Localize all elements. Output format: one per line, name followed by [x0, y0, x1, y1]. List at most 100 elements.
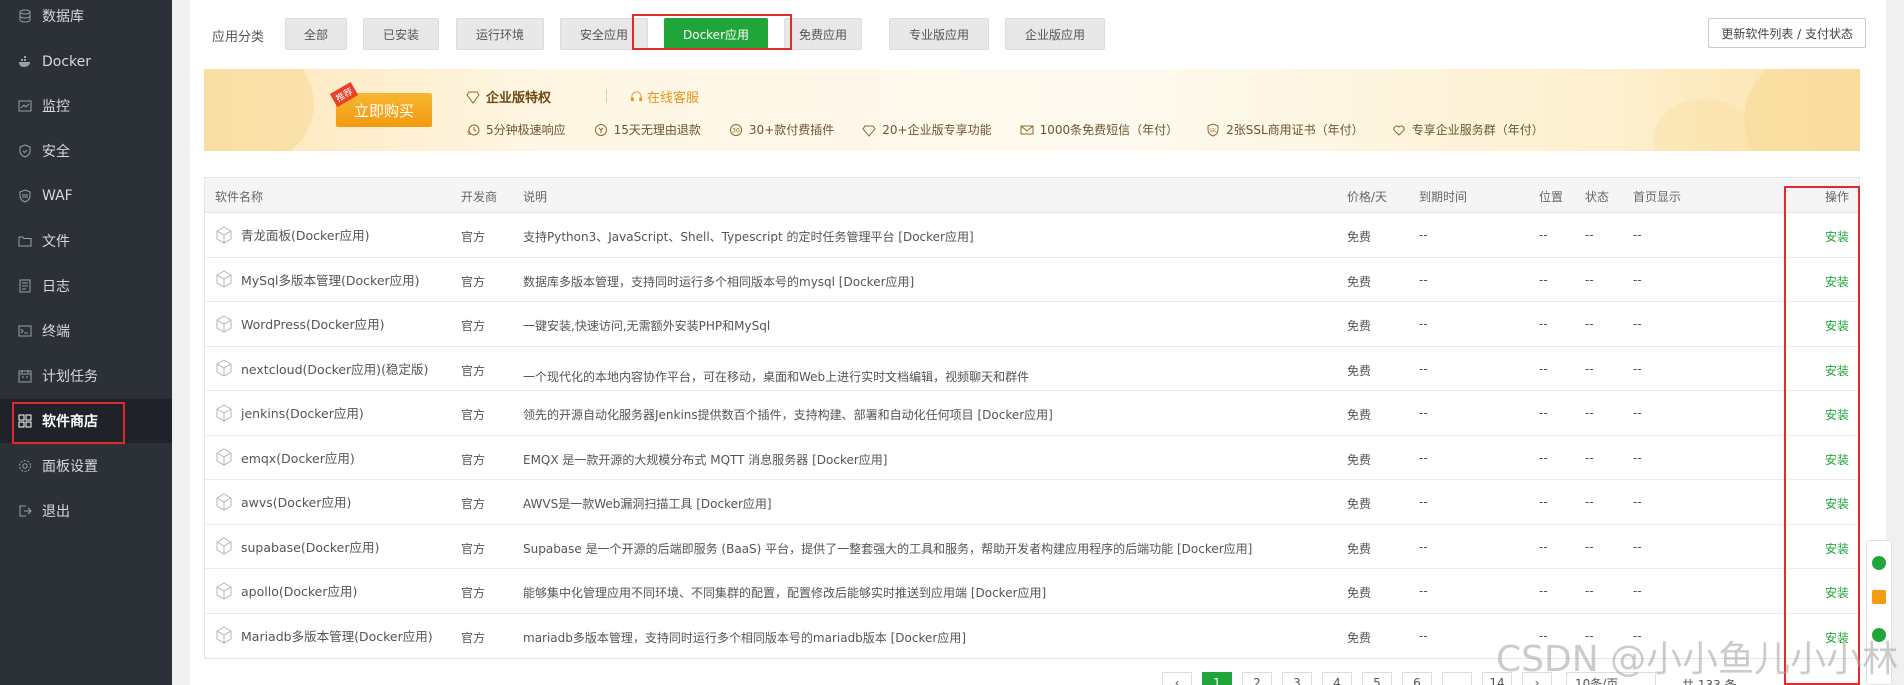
- sidebar-item-docker[interactable]: Docker: [0, 40, 172, 84]
- app-name: 青龙面板(Docker应用): [215, 225, 370, 244]
- app-name: emqx(Docker应用): [215, 448, 355, 467]
- install-button[interactable]: 安装: [1825, 273, 1849, 290]
- app-name-text[interactable]: WordPress(Docker应用): [241, 314, 385, 333]
- table-row: nextcloud(Docker应用)(稳定版) 官方 一个现代化的本地内容协作平台…: [205, 347, 1859, 391]
- folder-icon: [18, 234, 32, 248]
- app-name-text[interactable]: jenkins(Docker应用): [241, 403, 364, 422]
- app-name-text[interactable]: emqx(Docker应用): [241, 448, 355, 467]
- app-status: --: [1585, 361, 1594, 376]
- tab-enterprise-apps[interactable]: 企业版应用: [1005, 18, 1105, 50]
- sidebar-item-logs[interactable]: 日志: [0, 264, 172, 308]
- page-button[interactable]: 4: [1322, 672, 1352, 685]
- tab-installed[interactable]: 已安装: [363, 18, 439, 50]
- table-row: MySql多版本管理(Docker应用) 官方 数据库多版本管理，支持同时运行多个相…: [205, 258, 1859, 302]
- app-location: --: [1539, 272, 1548, 287]
- database-icon: [18, 9, 32, 23]
- app-price: 免费: [1347, 452, 1372, 467]
- app-location: --: [1539, 539, 1548, 554]
- app-description: 一个现代化的本地内容协作平台，可在移动，桌面和Web上进行实时文档编辑，视频聊天…: [523, 369, 1030, 384]
- tab-security-apps[interactable]: 安全应用: [560, 18, 648, 50]
- grid-icon: [18, 414, 32, 428]
- update-list-button[interactable]: 更新软件列表 / 支付状态: [1708, 18, 1866, 48]
- tab-free-apps[interactable]: 免费应用: [784, 18, 862, 50]
- app-homepage: --: [1633, 361, 1642, 376]
- install-button[interactable]: 安装: [1825, 495, 1849, 512]
- sidebar-item-app-store[interactable]: 软件商店: [0, 399, 172, 443]
- tab-pro-apps[interactable]: 专业版应用: [889, 18, 989, 50]
- package-icon: [215, 403, 233, 422]
- app-price: 免费: [1347, 541, 1372, 556]
- install-button[interactable]: 安装: [1825, 451, 1849, 468]
- feature-label: 15天无理由退款: [613, 123, 701, 137]
- col-expire: 到期时间: [1419, 190, 1468, 204]
- app-description: 一键安装,快速访问,无需额外安装PHP和MySql: [523, 319, 771, 333]
- page-button[interactable]: ‹: [1162, 672, 1192, 685]
- sidebar-item-cron[interactable]: 计划任务: [0, 354, 172, 398]
- page-button[interactable]: 5: [1362, 672, 1392, 685]
- app-price: 免费: [1347, 274, 1372, 289]
- docker-icon: [18, 55, 32, 69]
- app-name-text[interactable]: 青龙面板(Docker应用): [241, 225, 370, 244]
- tab-all[interactable]: 全部: [285, 18, 347, 50]
- feature-item: 20+企业版专享功能: [862, 121, 992, 138]
- install-button[interactable]: 安装: [1825, 406, 1849, 423]
- package-icon: [215, 225, 233, 244]
- sidebar-item-waf[interactable]: WAF: [0, 174, 172, 218]
- enterprise-banner: 立即购买 推荐 企业版特权 在线客服 5分钟极速响应 15天无理由退款 30 30…: [204, 69, 1860, 151]
- tab-runtime[interactable]: 运行环境: [456, 18, 544, 50]
- package-icon: [215, 492, 233, 511]
- page-button[interactable]: …: [1442, 672, 1472, 685]
- install-button[interactable]: 安装: [1825, 362, 1849, 379]
- col-location: 位置: [1539, 190, 1564, 204]
- sidebar-item-terminal[interactable]: 终端: [0, 309, 172, 353]
- app-name-text[interactable]: supabase(Docker应用): [241, 537, 379, 556]
- svg-text:30: 30: [732, 127, 740, 134]
- app-name-text[interactable]: Mariadb多版本管理(Docker应用): [241, 626, 433, 645]
- app-expire: --: [1419, 584, 1428, 598]
- sidebar-item-security[interactable]: 安全: [0, 129, 172, 173]
- app-location: --: [1539, 317, 1548, 331]
- install-button[interactable]: 安装: [1825, 228, 1849, 245]
- page-button[interactable]: 3: [1282, 672, 1312, 685]
- app-homepage: --: [1633, 584, 1642, 598]
- main-panel: 应用分类 全部 已安装 运行环境 安全应用 Docker应用 免费应用 专业版应…: [190, 0, 1886, 685]
- app-status: --: [1585, 584, 1594, 598]
- online-service-link[interactable]: 在线客服: [630, 87, 699, 106]
- col-price: 价格/天: [1347, 190, 1388, 204]
- package-icon: [215, 626, 233, 644]
- tab-docker-apps[interactable]: Docker应用: [664, 18, 768, 50]
- app-name: nextcloud(Docker应用)(稳定版): [215, 359, 428, 378]
- sidebar-item-files[interactable]: 文件: [0, 219, 172, 263]
- gift-icon[interactable]: [1872, 590, 1886, 604]
- diamond-icon: [466, 90, 480, 104]
- app-expire: --: [1419, 272, 1428, 287]
- page-button[interactable]: 2: [1242, 672, 1272, 685]
- app-name-text[interactable]: apollo(Docker应用): [241, 581, 357, 600]
- app-name: apollo(Docker应用): [215, 581, 357, 600]
- app-name-text[interactable]: nextcloud(Docker应用)(稳定版): [241, 359, 428, 378]
- chat-icon[interactable]: [1872, 556, 1886, 570]
- app-price: 免费: [1347, 497, 1372, 511]
- app-expire: --: [1419, 539, 1428, 554]
- app-name-text[interactable]: MySql多版本管理(Docker应用): [241, 270, 420, 289]
- sidebar-item-logout[interactable]: 退出: [0, 489, 172, 533]
- app-expire: --: [1419, 228, 1428, 242]
- page-button[interactable]: 1: [1202, 672, 1232, 685]
- sidebar-item-monitor[interactable]: 监控: [0, 84, 172, 128]
- app-location: --: [1539, 495, 1548, 509]
- install-button[interactable]: 安装: [1825, 540, 1849, 557]
- table-row: jenkins(Docker应用) 官方 领先的开源自动化服务器Jenkins提供数…: [205, 391, 1859, 436]
- col-description: 说明: [523, 190, 548, 204]
- app-developer: 官方: [461, 319, 486, 333]
- install-button[interactable]: 安装: [1825, 584, 1849, 601]
- page-button[interactable]: 6: [1402, 672, 1432, 685]
- sidebar-item-database[interactable]: 数据库: [0, 0, 172, 32]
- sidebar: 数据库 Docker 监控 安全 WAF 文件 日志 终端 计划任务 软件商店 …: [0, 0, 172, 685]
- app-name-text[interactable]: awvs(Docker应用): [241, 492, 351, 511]
- app-location: --: [1539, 228, 1548, 242]
- install-button[interactable]: 安装: [1825, 317, 1849, 334]
- app-price: 免费: [1347, 363, 1372, 378]
- sidebar-item-settings[interactable]: 面板设置: [0, 444, 172, 488]
- software-table: 软件名称 开发商 说明 价格/天 到期时间 位置 状态 首页显示 操作 青龙面板…: [204, 177, 1860, 659]
- sidebar-item-label: 计划任务: [42, 369, 98, 385]
